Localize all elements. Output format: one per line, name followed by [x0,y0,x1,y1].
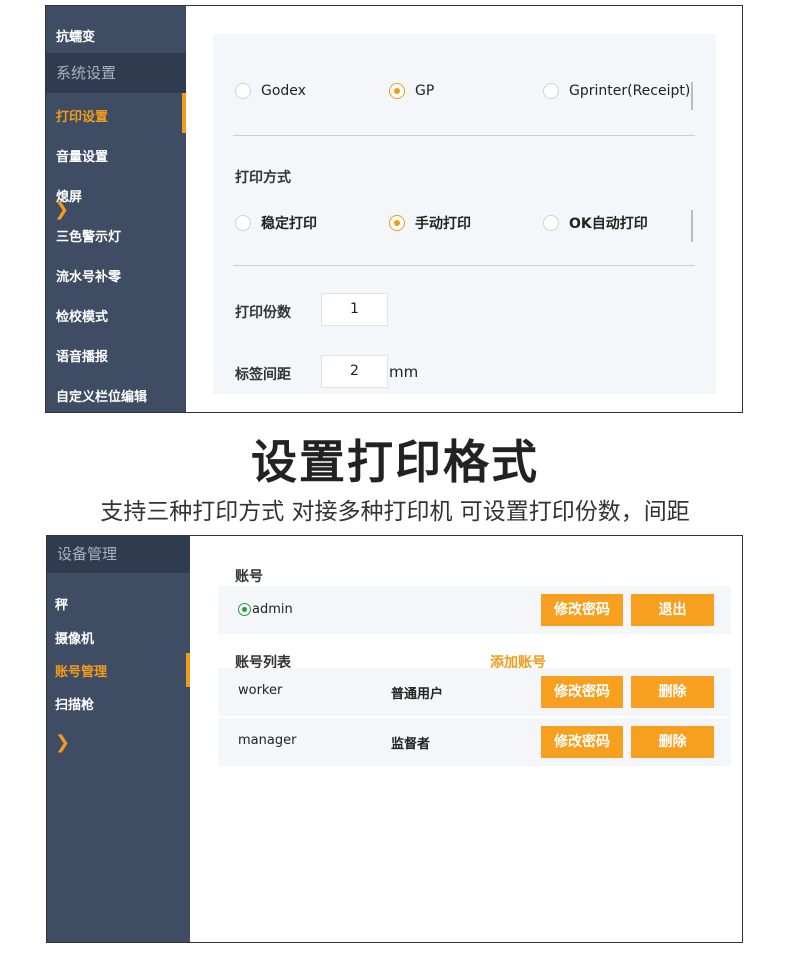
sidebar-item-custom-fields[interactable]: 自定义栏位编辑 [56,386,147,405]
caption-subtitle: 支持三种打印方式 对接多种打印机 可设置打印份数，间距 [100,499,690,525]
caption-title: 设置打印格式 [251,435,539,489]
sidebar-item-creep[interactable]: 抗蠕变 [56,26,95,45]
radio-label: Godex [261,83,306,99]
radio-selected-icon [389,83,405,99]
print-mode-radio-group: 稳定打印 手动打印 OK自动打印 [235,213,695,237]
radio-label: 稳定打印 [261,216,317,232]
radio-selected-icon [389,215,405,231]
radio-gprinter[interactable]: Gprinter(Receipt) [543,83,690,99]
sidebar-item-voice[interactable]: 语音播报 [56,346,108,365]
radio-ok-auto-print[interactable]: OK自动打印 [543,213,648,233]
radio-gp[interactable]: GP [389,83,434,99]
change-password-button[interactable]: 修改密码 [541,726,623,758]
scrollbar[interactable] [691,210,693,242]
sidebar-section-system-settings[interactable]: 系统设置 [46,53,186,93]
logout-button[interactable]: 退出 [631,594,714,626]
scrollbar[interactable] [691,82,693,110]
account-title: 账号 [235,569,263,585]
print-mode-title: 打印方式 [235,170,291,186]
chevron-right-icon[interactable]: ❯ [54,199,69,220]
delete-button[interactable]: 删除 [631,676,714,708]
current-user-name: admin [252,602,293,617]
print-settings-screenshot: 抗蠕变 系统设置 打印设置 音量设置 熄屏 ❯ 三色警示灯 流水号补零 检校模式… [45,5,743,413]
account-role: 监督者 [391,737,431,752]
radio-icon [543,83,559,99]
printer-radio-group: Godex GP Gprinter(Receipt) [235,83,695,107]
current-user: admin [238,602,293,617]
table-row: worker 普通用户 修改密码 删除 [218,668,731,716]
sidebar-item-scanner[interactable]: 扫描枪 [55,694,94,713]
divider [233,265,695,266]
online-status-icon [238,603,251,616]
radio-icon [543,215,559,231]
account-management-screenshot: 设备管理 秤 摄像机 账号管理 扫描枪 ❯ 账号 admin 修改密码 退出 账… [46,535,743,943]
radio-icon [235,83,251,99]
sidebar-item-print-settings[interactable]: 打印设置 [56,106,108,125]
account-name: worker [238,683,283,698]
change-password-button[interactable]: 修改密码 [541,594,623,626]
radio-stable-print[interactable]: 稳定打印 [235,213,317,233]
radio-label: GP [415,83,435,99]
sidebar-item-volume[interactable]: 音量设置 [56,146,108,165]
sidebar-item-camera[interactable]: 摄像机 [55,628,94,647]
active-indicator [182,93,186,133]
label-gap-input[interactable]: 2 [321,355,388,388]
radio-label: OK自动打印 [569,216,648,232]
sidebar-item-scale[interactable]: 秤 [55,594,68,613]
sidebar-section-device-management[interactable]: 设备管理 [47,536,190,573]
sidebar-item-warning-light[interactable]: 三色警示灯 [56,226,121,245]
change-password-button[interactable]: 修改密码 [541,676,623,708]
sidebar-item-account-management[interactable]: 账号管理 [55,661,107,680]
divider [233,135,695,136]
radio-label: Gprinter(Receipt) [569,83,691,99]
radio-godex[interactable]: Godex [235,83,306,99]
print-settings-panel: Godex GP Gprinter(Receipt) 打印方式 稳定打印 手动打… [213,34,716,394]
label-gap-unit: mm [389,363,419,381]
copies-input[interactable]: 1 [321,293,388,326]
account-role: 普通用户 [391,687,444,702]
copies-label: 打印份数 [235,305,291,321]
sidebar-item-serial-padding[interactable]: 流水号补零 [56,266,121,285]
account-content: 账号 admin 修改密码 退出 账号列表 添加账号 worker 普通用户 修… [190,536,742,942]
radio-manual-print[interactable]: 手动打印 [389,213,471,233]
radio-icon [235,215,251,231]
settings-sidebar: 抗蠕变 系统设置 打印设置 音量设置 熄屏 ❯ 三色警示灯 流水号补零 检校模式… [46,6,186,412]
chevron-right-icon[interactable]: ❯ [55,732,70,753]
table-row: manager 监督者 修改密码 删除 [218,718,731,766]
device-sidebar: 设备管理 秤 摄像机 账号管理 扫描枪 ❯ [47,536,190,942]
delete-button[interactable]: 删除 [631,726,714,758]
current-account-row: admin 修改密码 退出 [218,586,731,634]
label-gap-label: 标签间距 [235,367,291,383]
sidebar-item-calibration[interactable]: 检校模式 [56,306,108,325]
radio-label: 手动打印 [415,216,471,232]
account-name: manager [238,733,297,748]
